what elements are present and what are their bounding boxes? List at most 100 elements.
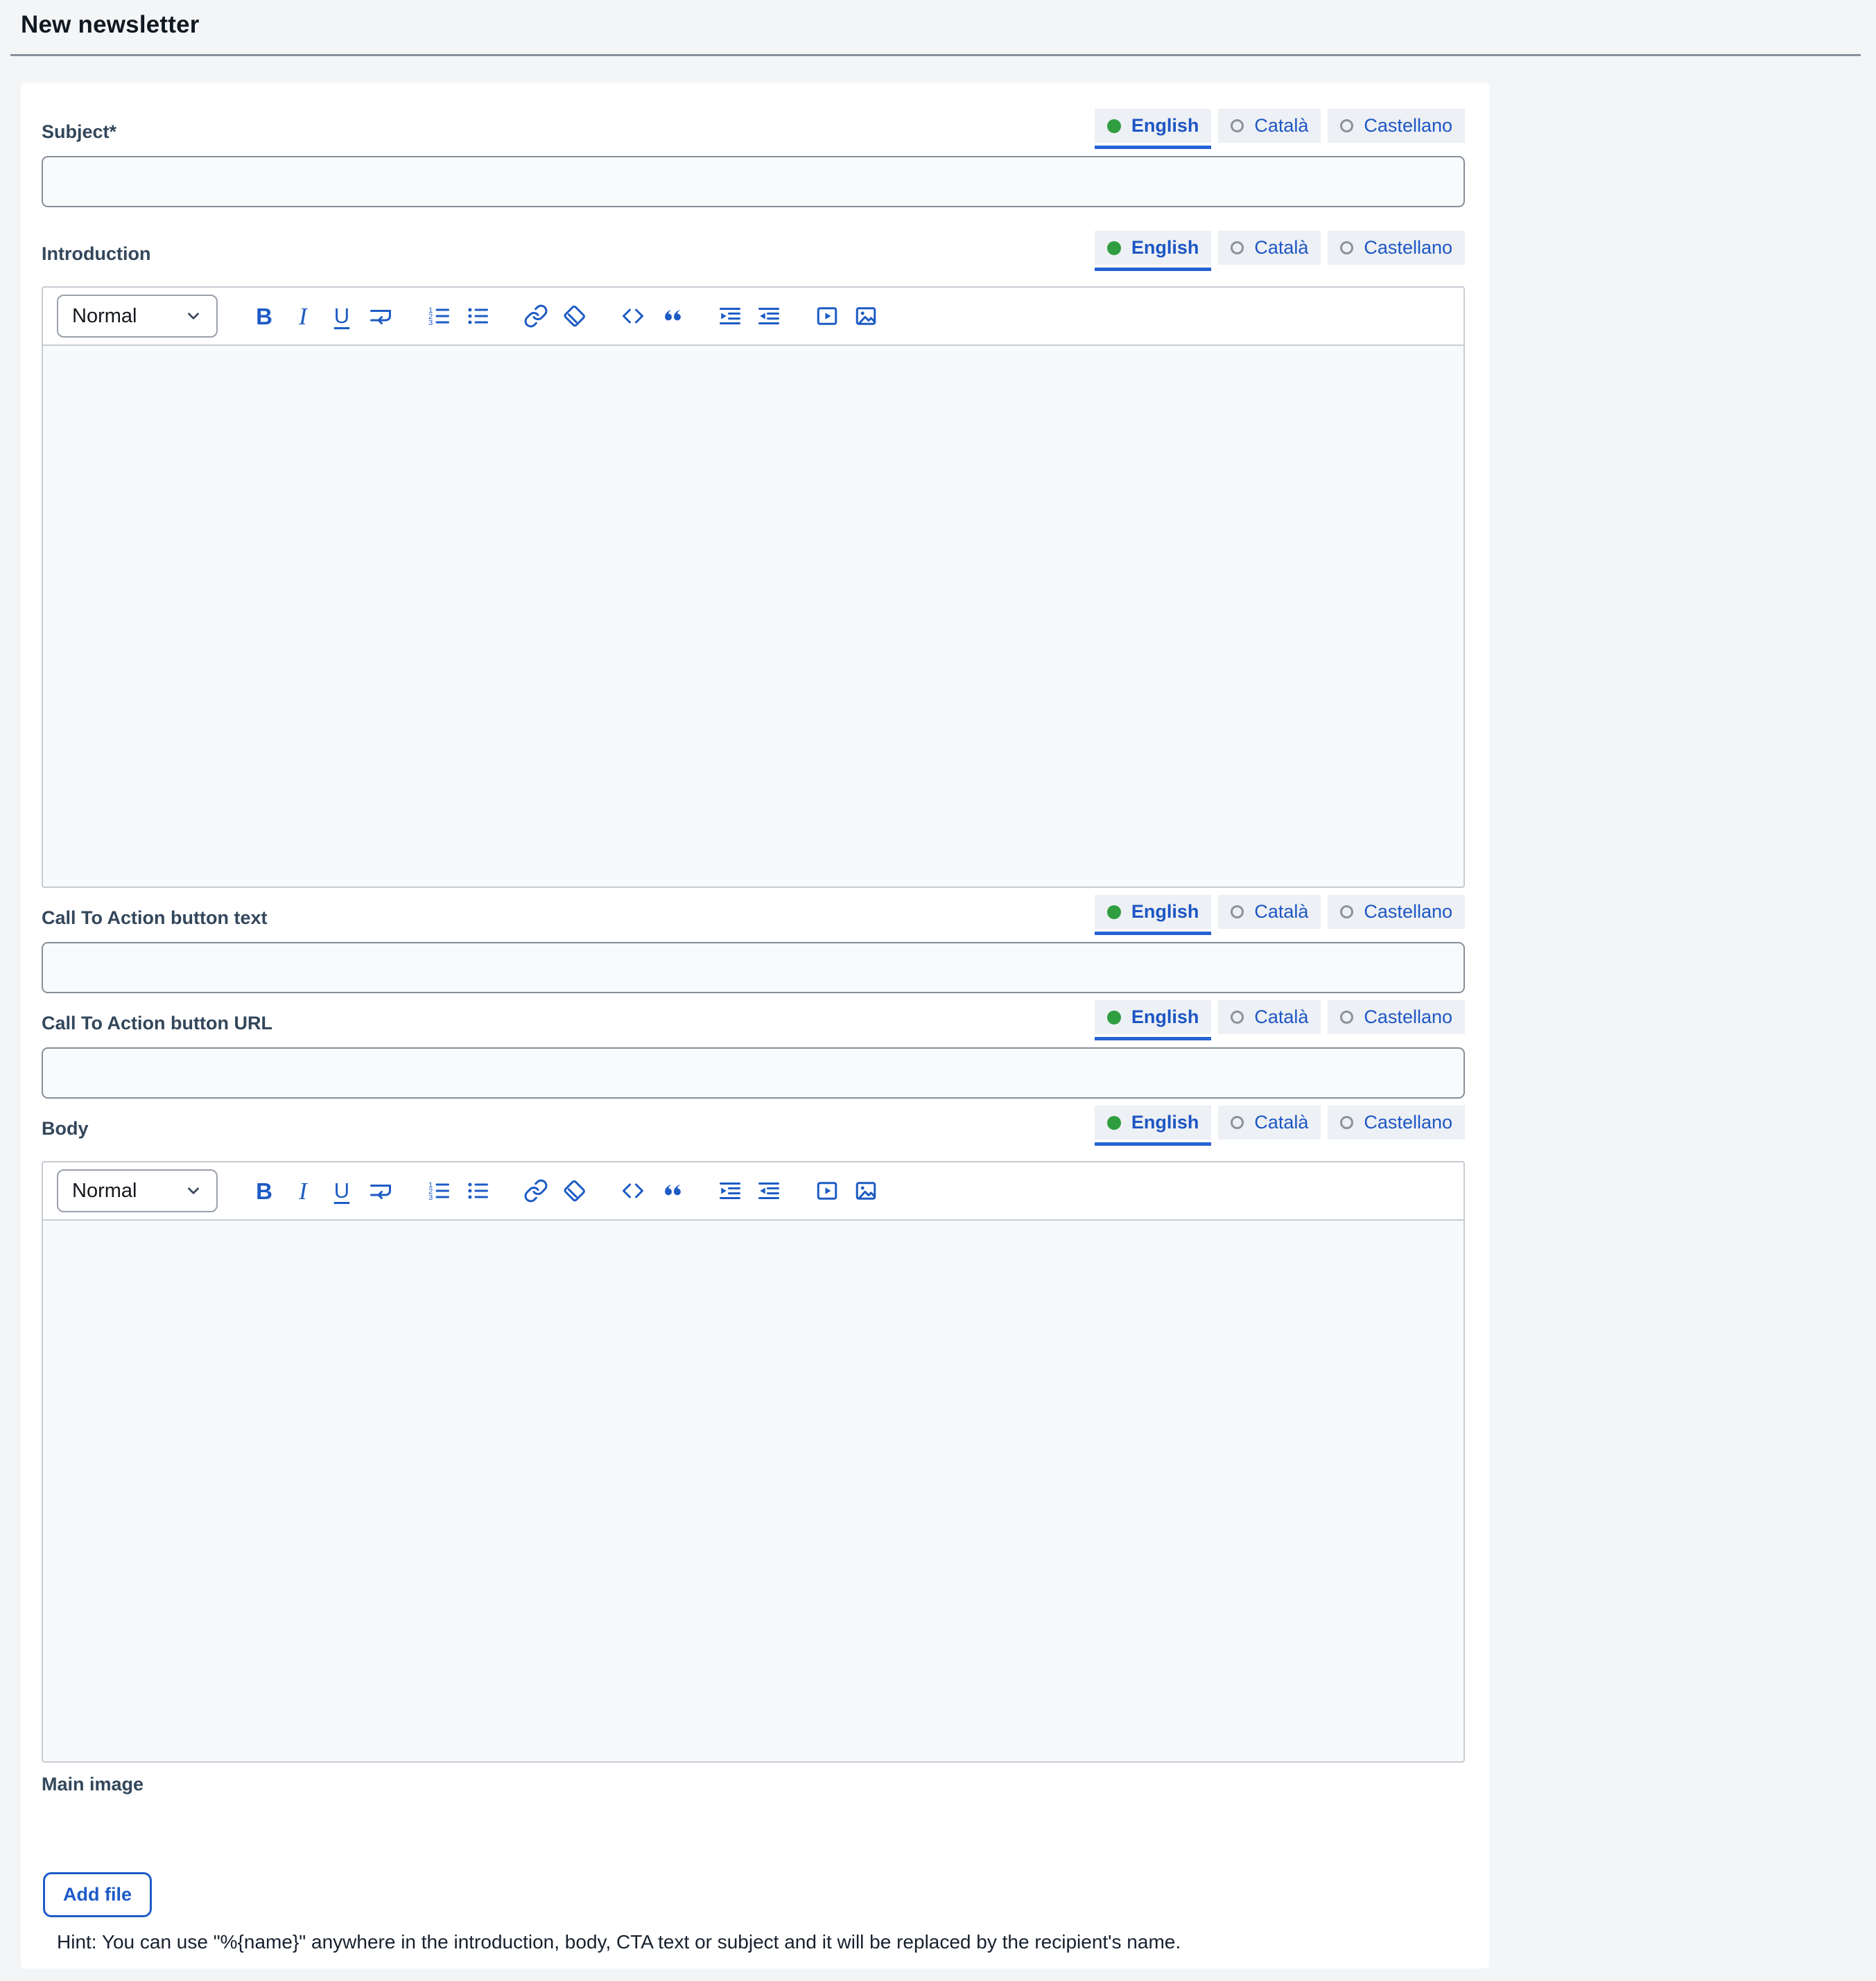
image-button[interactable] <box>851 299 880 333</box>
language-tab-catala[interactable]: Català <box>1218 109 1321 143</box>
paragraph-style-select[interactable]: Normal <box>57 295 218 338</box>
introduction-label: Introduction <box>42 243 150 271</box>
body-editor-toolbar: Normal BIU 123 <box>43 1162 1464 1221</box>
video-button[interactable] <box>813 299 842 333</box>
indent-decrease-button[interactable] <box>754 299 783 333</box>
indent-decrease-icon <box>756 304 781 329</box>
language-tab-label: Català <box>1254 901 1308 923</box>
language-tab-label: English <box>1131 115 1199 137</box>
toolbar-group: 123 <box>424 1174 502 1207</box>
svg-text:3: 3 <box>428 319 433 327</box>
language-tab-castellano[interactable]: Castellano <box>1328 231 1465 265</box>
link-icon <box>523 1178 548 1203</box>
bold-button[interactable]: B <box>250 1174 279 1207</box>
language-tab-english[interactable]: English <box>1095 109 1212 143</box>
ordered-list-icon: 123 <box>426 1178 451 1203</box>
indent-decrease-button[interactable] <box>754 1174 783 1207</box>
code-button[interactable] <box>618 299 648 333</box>
add-file-button[interactable]: Add file <box>43 1872 152 1917</box>
language-tab-label: English <box>1131 901 1199 923</box>
italic-icon: I <box>299 304 307 329</box>
video-button[interactable] <box>813 1174 842 1207</box>
language-tab-catala[interactable]: Català <box>1218 1000 1321 1034</box>
indent-increase-button[interactable] <box>715 1174 745 1207</box>
toolbar-icons: B IU 123 <box>250 299 890 333</box>
line-break-button[interactable] <box>366 299 395 333</box>
unselected-radio-icon <box>1340 905 1353 918</box>
indent-increase-button[interactable] <box>715 299 745 333</box>
unselected-radio-icon <box>1231 1011 1244 1024</box>
cta-url-label: Call To Action button URL <box>42 1013 272 1040</box>
ordered-list-button[interactable]: 123 <box>424 1174 453 1207</box>
toolbar-group <box>715 299 793 333</box>
language-tab-catala[interactable]: Català <box>1218 895 1321 929</box>
clear-format-icon <box>562 304 587 329</box>
language-tab-label: English <box>1131 1112 1199 1133</box>
language-tab-castellano[interactable]: Castellano <box>1328 895 1465 929</box>
line-break-button[interactable] <box>366 1174 395 1207</box>
language-tab-castellano[interactable]: Castellano <box>1328 1106 1465 1140</box>
unselected-radio-icon <box>1340 1116 1353 1129</box>
language-tabs-cta-url: English Català Castellano <box>1095 1000 1465 1040</box>
language-tab-english[interactable]: English <box>1095 1106 1212 1140</box>
toolbar-group <box>521 299 599 333</box>
code-icon <box>620 304 645 329</box>
language-tabs-subject: English Català Castellano <box>1095 109 1465 149</box>
paragraph-style-value: Normal <box>72 305 137 328</box>
language-tab-label: Català <box>1254 1006 1308 1028</box>
language-tab-english[interactable]: English <box>1095 231 1212 265</box>
link-button[interactable] <box>521 1174 550 1207</box>
bold-icon: B <box>256 305 272 328</box>
introduction-editor: Normal B IU 123 <box>42 286 1465 888</box>
clear-format-button[interactable] <box>560 299 589 333</box>
language-tab-catala[interactable]: Català <box>1218 1106 1321 1140</box>
language-tabs-introduction: EnglishCatalàCastellano <box>1095 231 1465 271</box>
bullet-list-button[interactable] <box>463 299 492 333</box>
cta-text-input[interactable] <box>42 942 1465 993</box>
paragraph-style-value: Normal <box>72 1180 137 1203</box>
line-break-icon <box>368 1178 393 1203</box>
indent-increase-icon <box>718 1178 742 1203</box>
svg-text:3: 3 <box>428 1194 433 1202</box>
blockquote-button[interactable] <box>657 1174 686 1207</box>
toolbar-group: B IU <box>250 299 405 333</box>
link-icon <box>523 304 548 329</box>
clear-format-button[interactable] <box>560 1174 589 1207</box>
cta-url-input[interactable] <box>42 1047 1465 1099</box>
introduction-editor-content[interactable] <box>43 346 1464 887</box>
bullet-list-button[interactable] <box>463 1174 492 1207</box>
language-tab-label: Castellano <box>1364 115 1452 137</box>
image-icon <box>853 304 878 329</box>
unselected-radio-icon <box>1231 1116 1244 1129</box>
language-tab-english[interactable]: English <box>1095 895 1212 929</box>
unselected-radio-icon <box>1231 119 1244 132</box>
image-button[interactable] <box>851 1174 880 1207</box>
subject-input[interactable] <box>42 156 1465 207</box>
toolbar-group <box>813 299 890 333</box>
unselected-radio-icon <box>1231 905 1244 918</box>
body-editor: Normal BIU 123 <box>42 1161 1465 1763</box>
language-tab-castellano[interactable]: Castellano <box>1328 109 1465 143</box>
blockquote-button[interactable] <box>657 299 686 333</box>
italic-button[interactable]: I <box>288 1174 318 1207</box>
body-editor-content[interactable] <box>43 1221 1464 1761</box>
ordered-list-button[interactable]: 123 <box>424 299 453 333</box>
unselected-radio-icon <box>1231 241 1244 254</box>
bold-button[interactable]: B <box>250 299 279 333</box>
italic-button[interactable]: I <box>288 299 318 333</box>
language-tab-english[interactable]: English <box>1095 1000 1212 1034</box>
toolbar-group <box>521 1174 599 1207</box>
paragraph-style-select[interactable]: Normal <box>57 1169 218 1212</box>
language-tab-label: Castellano <box>1364 901 1452 923</box>
code-button[interactable] <box>618 1174 648 1207</box>
underline-button[interactable]: U <box>327 299 356 333</box>
language-tab-castellano[interactable]: Castellano <box>1328 1000 1465 1034</box>
indent-decrease-icon <box>756 1178 781 1203</box>
main-image-label: Main image <box>42 1774 1465 1801</box>
body-label: Body <box>42 1118 89 1146</box>
page: New newsletter Subject* EnglishCatalàCas… <box>0 0 1876 1981</box>
underline-button[interactable]: U <box>327 1174 356 1207</box>
link-button[interactable] <box>521 299 550 333</box>
language-tab-catala[interactable]: Català <box>1218 231 1321 265</box>
unselected-radio-icon <box>1340 119 1353 132</box>
